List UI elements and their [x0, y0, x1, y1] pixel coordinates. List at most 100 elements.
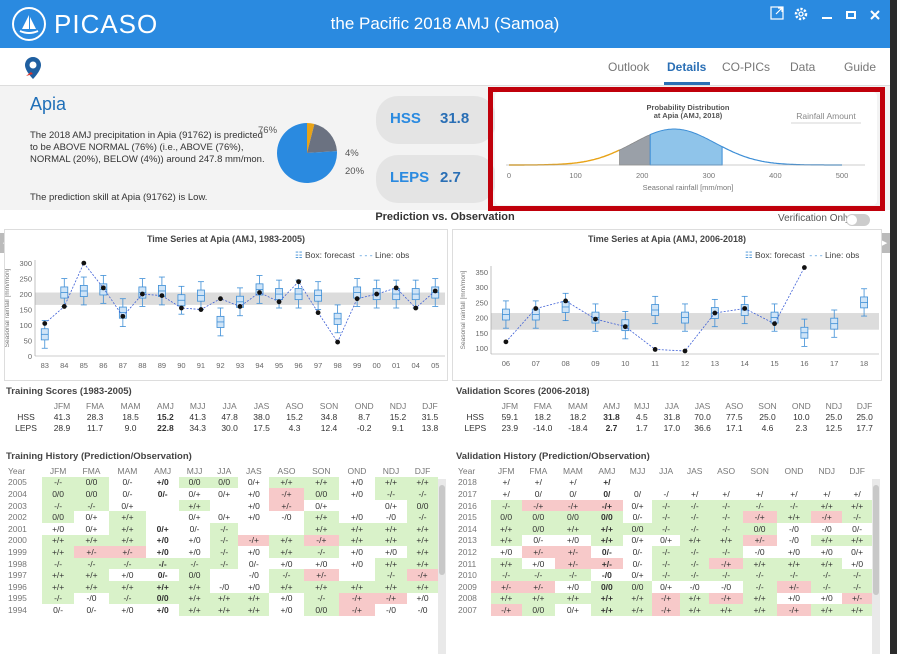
training-history-scrollbar[interactable]	[438, 479, 446, 654]
observation-point[interactable]	[315, 310, 321, 316]
close-icon[interactable]	[870, 7, 880, 23]
observation-point[interactable]	[374, 291, 380, 297]
y-tick-label: 100	[475, 344, 488, 353]
history-cell: -/+	[652, 604, 680, 616]
history-cell: 0/0	[303, 604, 339, 616]
maximize-icon[interactable]	[846, 8, 856, 24]
history-cell: +/+	[407, 580, 438, 593]
x-tick-label: 04	[412, 361, 420, 370]
forecast-box[interactable]	[314, 281, 322, 310]
observation-point[interactable]	[503, 339, 509, 345]
location-pin-icon[interactable]	[24, 56, 42, 85]
history-row: 2000 +/+ +/+ +/+ +/0 +/0 -/- -/+ +/+ -/+ +/+ +/+ +/+	[6, 534, 438, 547]
minimize-icon[interactable]	[822, 8, 832, 24]
history-cell: 0/-	[157, 488, 168, 499]
history-cell: -/+	[811, 511, 843, 523]
history-cell: +/+	[374, 522, 408, 535]
history-cell: +/0	[280, 558, 293, 569]
observation-point[interactable]	[296, 279, 301, 285]
x-tick-label: 12	[681, 359, 689, 368]
forecast-box[interactable]	[197, 281, 205, 310]
forecast-box[interactable]	[860, 288, 868, 317]
observation-point[interactable]	[139, 291, 145, 297]
validation-history-scrollbar[interactable]	[872, 479, 880, 654]
tab-outlook[interactable]: Outlook	[608, 60, 649, 74]
verification-toggle[interactable]	[846, 214, 870, 226]
month-header: DJF	[849, 465, 865, 476]
forecast-box[interactable]	[216, 307, 225, 337]
observation-point[interactable]	[742, 306, 748, 311]
observation-point[interactable]	[801, 265, 807, 270]
history-cell: +/+	[238, 604, 270, 616]
observation-point[interactable]	[81, 260, 87, 266]
observation-point[interactable]	[335, 339, 341, 345]
year-cell: 2016	[458, 500, 477, 511]
history-cell: +/	[755, 488, 764, 499]
history-cell: +/+	[407, 476, 438, 489]
history-cell: +/+	[811, 557, 843, 570]
x-tick-label: 14	[741, 359, 749, 368]
score-cell: 17.5	[253, 422, 270, 433]
score-cell: 11.7	[87, 422, 103, 433]
observation-point[interactable]	[354, 296, 360, 302]
forecast-box[interactable]	[236, 287, 244, 317]
history-cell: -/-	[269, 569, 304, 581]
month-header: FMA	[529, 465, 548, 476]
history-cell: -/-	[407, 488, 438, 500]
observation-point[interactable]	[533, 306, 539, 311]
history-cell: -/+	[303, 534, 339, 547]
history-row: 2011 +/+ +/0 +/- +/- 0/- -/- -/- -/+ +/+ +/+ +/+ +/0	[456, 557, 872, 570]
score-cell: 15.2	[389, 411, 407, 422]
forecast-box[interactable]	[333, 304, 342, 334]
history-cell: 0/-	[157, 570, 168, 581]
month-header: MJJ	[186, 465, 203, 476]
observation-point[interactable]	[120, 313, 126, 319]
score-cell: 10.0	[793, 411, 810, 422]
history-cell: +/+	[811, 534, 843, 547]
popout-icon[interactable]	[770, 6, 784, 23]
history-cell: +/+	[842, 499, 872, 512]
observation-point[interactable]	[563, 298, 569, 304]
observation-point[interactable]	[393, 285, 399, 291]
observation-point[interactable]	[42, 321, 48, 326]
observation-point[interactable]	[622, 324, 628, 330]
observation-point[interactable]	[413, 305, 419, 311]
observation-point[interactable]	[772, 321, 777, 327]
x-tick-label: 07	[532, 359, 540, 368]
month-header: JFM	[501, 400, 519, 411]
observation-point[interactable]	[682, 348, 688, 354]
observation-point[interactable]	[100, 285, 106, 291]
observation-point[interactable]	[61, 304, 67, 309]
history-cell: 0/+	[851, 546, 864, 557]
tab-details[interactable]: Details	[667, 60, 706, 74]
history-cell: +/-	[269, 499, 304, 512]
observation-point[interactable]	[179, 305, 184, 311]
observation-point[interactable]	[593, 316, 598, 322]
history-cell: +/0	[121, 570, 134, 581]
score-cell: 9.1	[392, 422, 404, 433]
month-header: JJA	[217, 465, 232, 476]
y-tick-label: 250	[19, 275, 32, 284]
observation-point[interactable]	[712, 310, 718, 316]
score-cell: 18.2	[569, 411, 587, 422]
history-row: 2014 +/+ 0/0 +/+ +/+ 0/0 -/- -/- -/- 0/0 -/0 -/0 0/-	[456, 522, 872, 535]
history-cell	[623, 477, 653, 489]
observation-point[interactable]	[159, 293, 165, 299]
observation-point[interactable]	[652, 347, 658, 352]
observation-point[interactable]	[218, 296, 223, 302]
history-cell: +/+	[179, 604, 210, 616]
tab-guide[interactable]: Guide	[844, 60, 876, 74]
observation-point[interactable]	[198, 307, 204, 312]
observation-point[interactable]	[257, 290, 262, 295]
x-tick-label: 85	[80, 361, 88, 370]
observation-point[interactable]	[276, 299, 282, 305]
gear-icon[interactable]	[793, 6, 809, 25]
history-cell: 0/0	[42, 488, 75, 500]
score-cell: 36.6	[694, 422, 711, 433]
tab-data[interactable]: Data	[790, 60, 815, 74]
observation-point[interactable]	[237, 304, 243, 309]
observation-point[interactable]	[432, 288, 438, 294]
tab-co-pics[interactable]: CO-PICs	[722, 60, 770, 74]
score-cell: -14.0	[533, 422, 553, 433]
history-cell: -/-	[679, 499, 710, 512]
